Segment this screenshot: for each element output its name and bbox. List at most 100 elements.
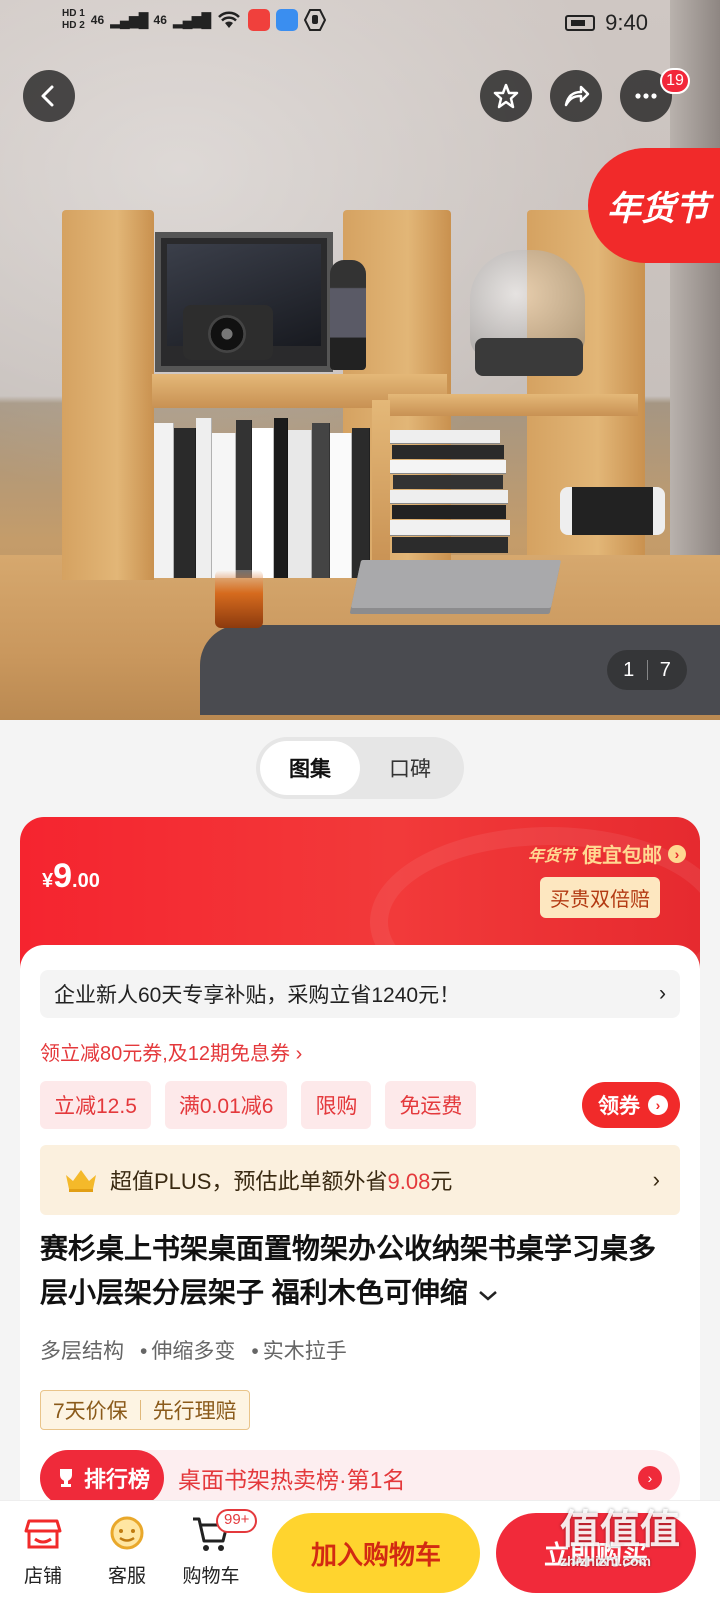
- price-decimal: .00: [72, 870, 100, 892]
- subsidy-text: 企业新人60天专享补贴，采购立省1240元！: [54, 984, 461, 1007]
- coupon-link[interactable]: 领立减80元券,及12期免息券 ›: [40, 1037, 302, 1066]
- signal1-icon: ▂▄▆█: [110, 11, 148, 28]
- photo-books-stack: [390, 430, 520, 555]
- price-guarantee-badge[interactable]: 买贵双倍赔: [540, 877, 660, 918]
- sim1-label: HD 1: [62, 8, 85, 19]
- favorite-button[interactable]: [480, 70, 532, 122]
- more-dots-icon: [635, 93, 657, 99]
- share-icon: [564, 85, 590, 107]
- status-bar: HD 1 HD 2 46 ▂▄▆█ 46 ▂▄▆█ 9:40: [0, 0, 720, 46]
- customer-service-button[interactable]: 客服: [92, 1511, 162, 1588]
- ranking-text: 桌面书架热卖榜·第1名: [178, 1467, 406, 1493]
- price: ¥9.00: [42, 857, 100, 896]
- feature-item: 实木拉手: [251, 1335, 347, 1365]
- cart-label: 购物车: [182, 1566, 240, 1587]
- chevron-right-icon: ›: [648, 1095, 668, 1115]
- campaign-tag: 年货节: [527, 845, 576, 865]
- promo-tag: 满0.01减6: [164, 1081, 288, 1129]
- campaign-link[interactable]: 年货节 便宜包邮 ›: [528, 839, 686, 868]
- cart-button[interactable]: 99+ 购物车: [176, 1509, 258, 1588]
- network2-label: 46: [153, 13, 167, 27]
- sim2-label: HD 2: [62, 20, 85, 31]
- festival-badge[interactable]: 年货节: [588, 148, 720, 263]
- shelf-board-right: [388, 394, 638, 416]
- share-button[interactable]: [550, 70, 602, 122]
- clock: 9:40: [605, 10, 648, 35]
- get-coupon-button[interactable]: 领券 ›: [582, 1082, 680, 1128]
- gallery-page-indicator: 1 7: [607, 650, 687, 690]
- signal2-icon: ▂▄▆█: [172, 11, 211, 28]
- guarantee-item: 先行理赔: [152, 1400, 237, 1423]
- network1-label: 46: [90, 13, 105, 27]
- plus-prefix: 超值PLUS，预估此单额外省: [110, 1169, 388, 1194]
- watermark-site: zhizhizhi.com: [560, 1553, 651, 1569]
- photo-books-left: [154, 415, 370, 578]
- add-to-cart-button[interactable]: 加入购物车: [272, 1513, 480, 1593]
- chevron-right-icon: ›: [659, 982, 666, 1005]
- product-features: 多层结构 伸缩多变 实木拉手: [40, 1335, 347, 1365]
- watermark: 值值值 zhizhizhi.com: [560, 1508, 680, 1570]
- tab-reviews[interactable]: 口碑: [360, 741, 460, 795]
- price-symbol: ¥: [42, 870, 54, 892]
- wifi-icon: [218, 11, 241, 28]
- guarantee-item: 7天价保: [53, 1400, 128, 1423]
- promo-tag: 立减12.5: [40, 1081, 151, 1129]
- service-guarantees[interactable]: 7天价保 先行理赔: [40, 1390, 250, 1430]
- message-count-badge: 19: [660, 68, 690, 94]
- gallery-current: 1: [623, 658, 635, 681]
- feature-item: 多层结构: [40, 1340, 124, 1363]
- enterprise-subsidy-banner[interactable]: 企业新人60天专享补贴，采购立省1240元！ ›: [40, 970, 680, 1018]
- plus-amount: 9.08: [387, 1169, 431, 1194]
- watermark-logo: 值值值: [560, 1508, 680, 1552]
- star-icon: [493, 83, 519, 109]
- arrow-left-icon: [41, 85, 54, 107]
- plus-text: 超值PLUS，预估此单额外省9.08元: [110, 1164, 452, 1196]
- promo-tag: 免运费: [385, 1081, 477, 1129]
- shop-label: 店铺: [23, 1566, 62, 1587]
- sim-indicator: HD 1 HD 2: [62, 8, 85, 32]
- photo-camera: [183, 305, 273, 360]
- app-notification-icon: [248, 9, 271, 31]
- shelf-left-panel: [62, 210, 154, 580]
- get-coupon-label: 领券: [598, 1095, 640, 1118]
- photo-desk-book: [350, 560, 562, 608]
- gallery-separator: [646, 660, 648, 680]
- gallery-total: 7: [659, 658, 671, 681]
- photo-speaker-base: [475, 338, 583, 376]
- shelf-divider: [372, 400, 390, 570]
- ranking-banner[interactable]: 排行榜 桌面书架热卖榜·第1名 ›: [40, 1450, 680, 1506]
- chevron-right-icon: ›: [652, 1167, 660, 1192]
- photo-cup: [215, 570, 263, 628]
- app-notification-icon: [276, 9, 299, 31]
- tab-gallery[interactable]: 图集: [260, 741, 360, 795]
- status-right: 9:40: [565, 10, 648, 36]
- status-left: HD 1 HD 2 46 ▂▄▆█ 46 ▂▄▆█: [62, 8, 327, 32]
- chevron-down-icon[interactable]: [476, 1287, 500, 1303]
- chevron-right-icon: ›: [668, 844, 686, 863]
- plus-suffix: 元: [430, 1169, 453, 1194]
- customer-service-icon: [110, 1516, 144, 1550]
- product-info-card: 企业新人60天专享补贴，采购立省1240元！ › 领立减80元券,及12期免息券…: [20, 945, 700, 1506]
- crown-icon: [66, 1170, 96, 1192]
- service-label: 客服: [107, 1566, 146, 1587]
- promo-tags: 立减12.5 满0.01减6 限购 免运费 领券 ›: [40, 1080, 680, 1130]
- feature-item: 伸缩多变: [140, 1335, 235, 1365]
- shop-button[interactable]: 店铺: [8, 1511, 78, 1588]
- photo-figurine: [330, 260, 366, 370]
- campaign-text: 便宜包邮: [582, 845, 662, 867]
- product-image-carousel[interactable]: [0, 0, 720, 720]
- media-tab-switch: 图集 口碑: [256, 737, 464, 799]
- promo-tag: 限购: [301, 1081, 372, 1129]
- trophy-icon: [60, 1469, 72, 1487]
- plus-savings-banner[interactable]: 超值PLUS，预估此单额外省9.08元 ›: [40, 1145, 680, 1215]
- cart-count-badge: 99+: [216, 1509, 258, 1533]
- shop-icon: [24, 1519, 62, 1549]
- hexagon-hand-icon: [304, 9, 327, 31]
- product-title-text: 赛杉桌上书架桌面置物架办公收纳架书桌学习桌多层小层架分层架子 福利木色可伸缩: [40, 1233, 657, 1308]
- price-integer: 9: [53, 857, 73, 895]
- product-title[interactable]: 赛杉桌上书架桌面置物架办公收纳架书桌学习桌多层小层架分层架子 福利木色可伸缩: [40, 1227, 680, 1315]
- ranking-label: 排行榜: [40, 1450, 165, 1506]
- photo-game-console: [560, 487, 665, 535]
- back-button[interactable]: [23, 70, 75, 122]
- ranking-label-text: 排行榜: [84, 1467, 151, 1492]
